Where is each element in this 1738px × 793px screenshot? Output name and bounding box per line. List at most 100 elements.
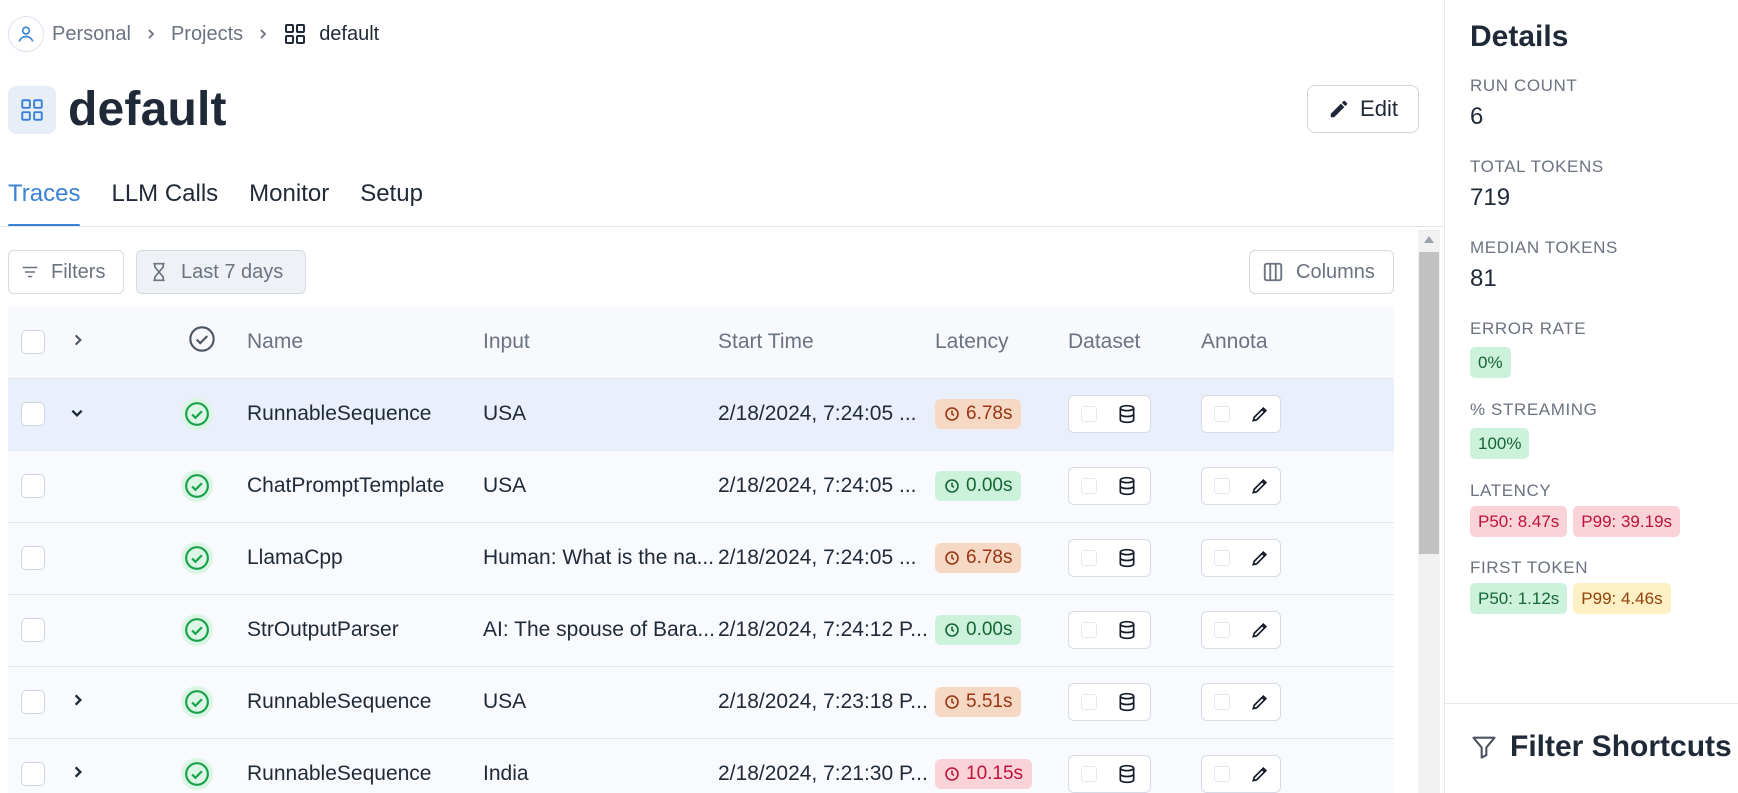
chevron-down-icon[interactable] [69, 406, 85, 420]
date-range-button[interactable]: Last 7 days [136, 250, 306, 294]
add-to-dataset-button[interactable] [1068, 467, 1151, 505]
annotate-button[interactable] [1201, 467, 1281, 505]
select-all-checkbox[interactable] [21, 329, 45, 354]
filters-label: Filters [51, 260, 106, 283]
chevron-right-icon[interactable] [71, 764, 85, 780]
details-title: Details [1470, 20, 1569, 53]
tab-llm-calls[interactable]: LLM Calls [111, 180, 218, 226]
row-start-time: 2/18/2024, 7:23:18 P... [718, 666, 935, 739]
annotation-checkbox[interactable] [1214, 766, 1230, 782]
table-header-row: Name Input Start Time Latency Dataset An… [8, 306, 1394, 379]
column-header-start-time[interactable]: Start Time [718, 306, 935, 379]
page-title: default [68, 83, 227, 136]
tab-setup[interactable]: Setup [360, 180, 423, 226]
annotate-pencil-icon [1252, 478, 1268, 494]
user-icon[interactable] [8, 16, 44, 52]
column-header-input[interactable]: Input [483, 306, 718, 379]
scrollbar-thumb[interactable] [1419, 252, 1439, 554]
row-name[interactable]: LlamaCpp [247, 522, 483, 595]
row-name[interactable]: RunnableSequence [247, 738, 483, 793]
row-start-time: 2/18/2024, 7:21:30 P... [718, 738, 935, 793]
latency-p99-badge: P99: 39.19s [1573, 506, 1681, 537]
row-start-time: 2/18/2024, 7:24:05 ... [718, 522, 935, 595]
add-to-dataset-button[interactable] [1068, 539, 1151, 577]
annotate-button[interactable] [1201, 395, 1281, 433]
breadcrumb-personal[interactable]: Personal [52, 23, 131, 46]
row-name[interactable]: RunnableSequence [247, 666, 483, 739]
row-input: USA [483, 450, 718, 523]
latency-badge: 10.15s [935, 759, 1033, 789]
add-to-dataset-button[interactable] [1068, 611, 1151, 649]
table-row[interactable]: RunnableSequence India 2/18/2024, 7:21:30 … [8, 738, 1394, 793]
database-icon [1119, 404, 1135, 424]
row-start-time: 2/18/2024, 7:24:05 ... [718, 450, 935, 523]
scroll-up-arrow-icon[interactable] [1424, 236, 1434, 243]
chevron-right-icon [257, 28, 269, 40]
annotation-checkbox[interactable] [1214, 406, 1230, 422]
dataset-checkbox[interactable] [1081, 694, 1097, 710]
table-row[interactable]: StrOutputParser AI: The spouse of Bara...… [8, 594, 1394, 667]
grid-icon [285, 24, 306, 44]
row-input: Human: What is the na... [483, 522, 718, 595]
row-checkbox[interactable] [21, 762, 45, 787]
table-row[interactable]: ChatPromptTemplate USA 2/18/2024, 7:24:05 … [8, 450, 1394, 523]
add-to-dataset-button[interactable] [1068, 395, 1151, 433]
table-row[interactable]: RunnableSequence USA 2/18/2024, 7:23:18 P.… [8, 666, 1394, 739]
annotate-button[interactable] [1201, 683, 1281, 721]
row-name[interactable]: RunnableSequence [247, 378, 483, 451]
annotation-checkbox[interactable] [1214, 622, 1230, 638]
add-to-dataset-button[interactable] [1068, 683, 1151, 721]
column-header-name[interactable]: Name [247, 306, 483, 379]
row-checkbox[interactable] [21, 402, 45, 427]
run-count-value: 6 [1470, 103, 1484, 130]
annotate-button[interactable] [1201, 611, 1281, 649]
edit-button-label: Edit [1360, 96, 1398, 121]
annotate-button[interactable] [1201, 755, 1281, 793]
dataset-checkbox[interactable] [1081, 478, 1097, 494]
dataset-checkbox[interactable] [1081, 550, 1097, 566]
table-row[interactable]: RunnableSequence USA 2/18/2024, 7:24:05 ..… [8, 378, 1394, 451]
add-to-dataset-button[interactable] [1068, 755, 1151, 793]
tab-bar: Traces LLM Calls Monitor Setup [8, 180, 454, 227]
tab-traces[interactable]: Traces [8, 180, 81, 227]
filters-button[interactable]: Filters [8, 250, 124, 294]
column-header-annotations[interactable]: Annota [1201, 306, 1394, 379]
annotation-checkbox[interactable] [1214, 550, 1230, 566]
edit-button[interactable]: Edit [1307, 85, 1419, 133]
annotate-button[interactable] [1201, 539, 1281, 577]
row-checkbox[interactable] [21, 618, 45, 643]
row-start-time: 2/18/2024, 7:24:12 P... [718, 594, 935, 667]
status-header-icon [188, 325, 216, 353]
table-scrollbar[interactable] [1418, 230, 1440, 793]
dataset-checkbox[interactable] [1081, 406, 1097, 422]
tab-monitor[interactable]: Monitor [249, 180, 329, 226]
filter-lines-icon [22, 266, 38, 278]
row-checkbox[interactable] [21, 546, 45, 571]
median-tokens-value: 81 [1470, 265, 1497, 292]
row-checkbox[interactable] [21, 690, 45, 715]
chevron-right-icon [145, 28, 157, 40]
dataset-checkbox[interactable] [1081, 766, 1097, 782]
row-checkbox[interactable] [21, 474, 45, 499]
table-row[interactable]: LlamaCpp Human: What is the na... 2/18/202… [8, 522, 1394, 595]
tabs-divider [0, 226, 1444, 227]
latency-badge: 0.00s [935, 615, 1022, 645]
latency-value: 6.78s [966, 547, 1013, 568]
row-name[interactable]: StrOutputParser [247, 594, 483, 667]
dataset-checkbox[interactable] [1081, 622, 1097, 638]
columns-button[interactable]: Columns [1249, 250, 1394, 294]
column-header-latency[interactable]: Latency [935, 306, 1068, 379]
breadcrumb-projects[interactable]: Projects [171, 23, 243, 46]
annotation-checkbox[interactable] [1214, 694, 1230, 710]
database-icon [1119, 764, 1135, 784]
traces-table-container: Name Input Start Time Latency Dataset An… [8, 306, 1394, 793]
expand-all-icon[interactable] [71, 332, 85, 348]
annotate-pencil-icon [1252, 406, 1268, 422]
row-name[interactable]: ChatPromptTemplate [247, 450, 483, 523]
grid-icon [8, 85, 56, 134]
first-token-p99-badge: P99: 4.46s [1573, 583, 1671, 614]
filter-shortcuts-header[interactable]: Filter Shortcuts [1470, 730, 1732, 764]
column-header-dataset[interactable]: Dataset [1068, 306, 1201, 379]
chevron-right-icon[interactable] [71, 692, 85, 708]
annotation-checkbox[interactable] [1214, 478, 1230, 494]
